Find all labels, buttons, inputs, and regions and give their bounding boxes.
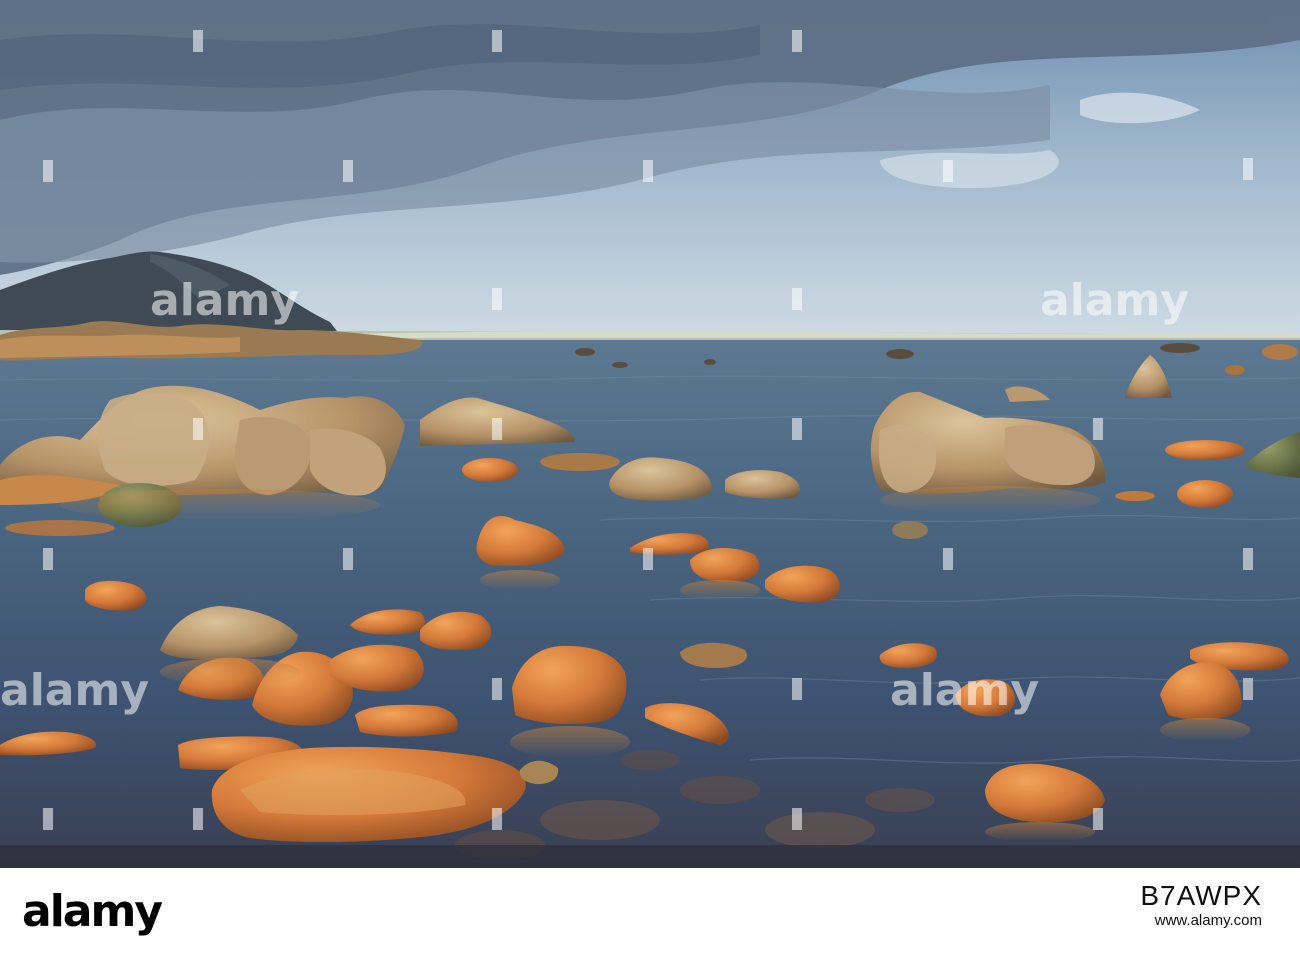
landscape-photo: alamy alamy alamy alamy <box>0 0 1300 868</box>
watermark-alamy-1: alamy <box>150 275 299 326</box>
footer-bar: alamy B7AWPX www.alamy.com <box>0 868 1300 956</box>
site-url[interactable]: www.alamy.com <box>1140 912 1262 929</box>
image-id: B7AWPX <box>1140 880 1262 911</box>
alamy-logo[interactable]: alamy <box>22 886 172 938</box>
watermark-alamy-2: alamy <box>1040 275 1189 326</box>
image-info: B7AWPX www.alamy.com <box>1140 878 1262 929</box>
watermark-alamy-4: alamy <box>890 665 1039 716</box>
scene: alamy alamy alamy alamy <box>0 0 1300 868</box>
svg-text:alamy: alamy <box>22 886 162 937</box>
watermark-alamy-3: alamy <box>0 665 149 716</box>
alamy-logo-mark: alamy <box>22 886 164 937</box>
